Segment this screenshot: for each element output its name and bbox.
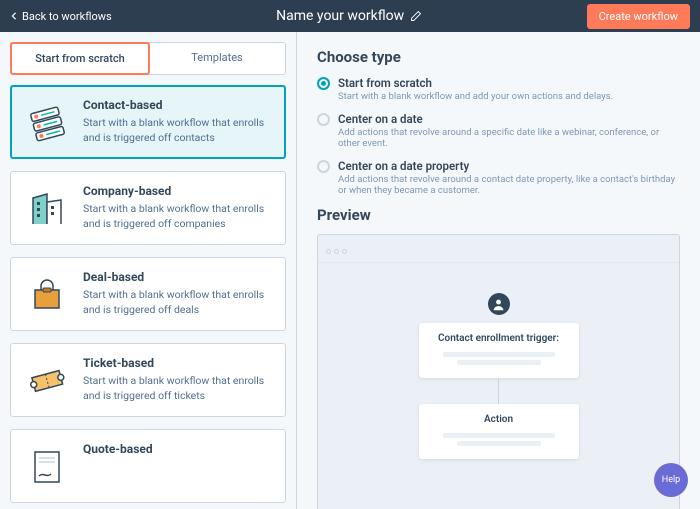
card-title: Quote-based	[83, 442, 153, 456]
card-deal-based[interactable]: Deal-based Start with a blank workflow t…	[10, 257, 286, 331]
topbar: Back to workflows Name your workflow Cre…	[0, 0, 700, 32]
radio-title: Center on a date property	[338, 159, 680, 173]
card-desc: Start with a blank workflow that enrolls…	[83, 202, 273, 231]
quote-icon	[23, 442, 71, 490]
card-desc: Start with a blank workflow that enrolls…	[83, 116, 273, 145]
tabs: Start from scratch Templates	[10, 42, 286, 75]
window-dots	[318, 235, 679, 263]
card-body: Deal-based Start with a blank workflow t…	[83, 270, 273, 318]
radio-center-on-date[interactable]: Center on a date Add actions that revolv…	[317, 112, 680, 149]
flow-connector	[498, 378, 499, 404]
radio-body: Start from scratch Start with a blank wo…	[338, 76, 613, 102]
page-title[interactable]: Name your workflow	[276, 8, 404, 24]
avatar-icon	[488, 293, 510, 315]
contact-icon	[23, 98, 71, 146]
radio-body: Center on a date property Add actions th…	[338, 159, 680, 196]
tab-start-from-scratch[interactable]: Start from scratch	[10, 42, 150, 75]
right-panel: Choose type Start from scratch Start wit…	[296, 32, 700, 509]
card-desc: Start with a blank workflow that enrolls…	[83, 374, 273, 403]
create-workflow-button[interactable]: Create workflow	[587, 4, 690, 29]
company-icon	[23, 184, 71, 232]
left-panel: Start from scratch Templates Contact-bas…	[0, 32, 296, 509]
radio-input[interactable]	[317, 77, 330, 90]
back-label: Back to workflows	[22, 10, 112, 23]
chevron-left-icon	[10, 12, 18, 20]
radio-desc: Add actions that revolve around a specif…	[338, 127, 680, 149]
card-title: Ticket-based	[83, 356, 273, 370]
radio-start-from-scratch[interactable]: Start from scratch Start with a blank wo…	[317, 76, 680, 102]
flow-trigger-box: Contact enrollment trigger:	[419, 323, 579, 378]
radio-title: Center on a date	[338, 112, 680, 126]
card-title: Deal-based	[83, 270, 273, 284]
radio-center-on-date-property[interactable]: Center on a date property Add actions th…	[317, 159, 680, 196]
ticket-icon	[23, 356, 71, 404]
radio-input[interactable]	[317, 113, 330, 126]
card-body: Ticket-based Start with a blank workflow…	[83, 356, 273, 404]
card-body: Quote-based	[83, 442, 153, 490]
page-title-wrap: Name your workflow	[112, 8, 587, 24]
choose-type-heading: Choose type	[317, 48, 680, 66]
preview-container: Contact enrollment trigger: Action	[317, 234, 680, 509]
preview-heading: Preview	[317, 206, 680, 224]
card-quote-based[interactable]: Quote-based	[10, 429, 286, 503]
radio-body: Center on a date Add actions that revolv…	[338, 112, 680, 149]
preview-body: Contact enrollment trigger: Action	[318, 263, 679, 509]
card-contact-based[interactable]: Contact-based Start with a blank workflo…	[10, 85, 286, 159]
card-body: Contact-based Start with a blank workflo…	[83, 98, 273, 146]
main: Start from scratch Templates Contact-bas…	[0, 32, 700, 509]
flow-action-box: Action	[419, 404, 579, 459]
back-link[interactable]: Back to workflows	[10, 10, 112, 23]
card-title: Contact-based	[83, 98, 273, 112]
flow-trigger-title: Contact enrollment trigger:	[429, 333, 569, 344]
edit-icon[interactable]	[410, 10, 422, 22]
card-body: Company-based Start with a blank workflo…	[83, 184, 273, 232]
flow-action-title: Action	[429, 414, 569, 425]
radio-title: Start from scratch	[338, 76, 613, 90]
deal-icon	[23, 270, 71, 318]
radio-desc: Start with a blank workflow and add your…	[338, 91, 613, 102]
radio-input[interactable]	[317, 160, 330, 173]
card-company-based[interactable]: Company-based Start with a blank workflo…	[10, 171, 286, 245]
radio-desc: Add actions that revolve around a contac…	[338, 174, 680, 196]
tab-templates[interactable]: Templates	[149, 43, 285, 74]
card-ticket-based[interactable]: Ticket-based Start with a blank workflow…	[10, 343, 286, 417]
card-desc: Start with a blank workflow that enrolls…	[83, 288, 273, 317]
card-title: Company-based	[83, 184, 273, 198]
help-button[interactable]: Help	[654, 463, 688, 497]
